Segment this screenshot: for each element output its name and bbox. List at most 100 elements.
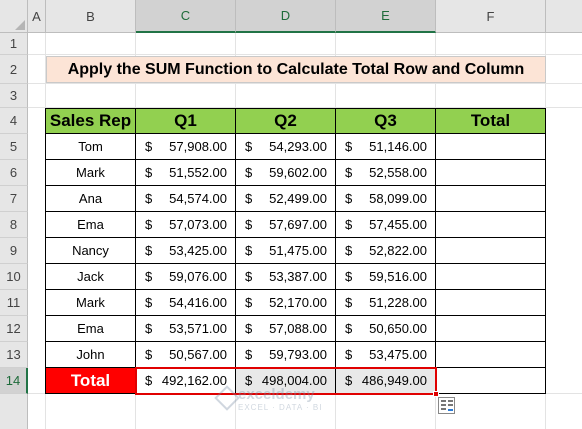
- sales-rep-cell[interactable]: John: [46, 342, 136, 368]
- currency-symbol: $: [245, 243, 253, 258]
- row-header-14[interactable]: 14: [0, 368, 28, 394]
- q3-cell[interactable]: $51,228.00: [336, 290, 436, 316]
- currency-symbol: $: [345, 295, 353, 310]
- q3-cell[interactable]: $52,822.00: [336, 238, 436, 264]
- sales-rep-cell[interactable]: Jack: [46, 264, 136, 290]
- row-total-cell[interactable]: [436, 264, 546, 290]
- currency-symbol: $: [145, 269, 153, 284]
- header-q3[interactable]: Q3: [336, 109, 436, 134]
- q2-value: 52,170.00: [269, 295, 327, 310]
- q1-cell[interactable]: $59,076.00: [136, 264, 236, 290]
- q2-cell[interactable]: $57,697.00: [236, 212, 336, 238]
- q2-value: 51,475.00: [269, 243, 327, 258]
- q1-cell[interactable]: $50,567.00: [136, 342, 236, 368]
- sales-rep-cell[interactable]: Nancy: [46, 238, 136, 264]
- row-header-10[interactable]: 10: [0, 264, 28, 290]
- q2-value: 53,387.00: [269, 269, 327, 284]
- row-total-cell[interactable]: [436, 186, 546, 212]
- sales-rep-cell[interactable]: Ana: [46, 186, 136, 212]
- column-header-g[interactable]: [546, 0, 582, 33]
- column-header-f[interactable]: F: [436, 0, 546, 33]
- q2-cell[interactable]: $59,602.00: [236, 160, 336, 186]
- row-header-12[interactable]: 12: [0, 316, 28, 342]
- row-total-cell[interactable]: [436, 316, 546, 342]
- header-q1[interactable]: Q1: [136, 109, 236, 134]
- row-header-8[interactable]: 8: [0, 212, 28, 238]
- row-header-1[interactable]: 1: [0, 33, 28, 55]
- column-header-c[interactable]: C: [136, 0, 236, 33]
- q2-cell[interactable]: $59,793.00: [236, 342, 336, 368]
- row-header-9[interactable]: 9: [0, 238, 28, 264]
- total-label[interactable]: Total: [46, 368, 136, 394]
- q1-cell[interactable]: $53,571.00: [136, 316, 236, 342]
- q1-cell[interactable]: $57,908.00: [136, 134, 236, 160]
- q3-cell[interactable]: $57,455.00: [336, 212, 436, 238]
- q3-cell[interactable]: $52,558.00: [336, 160, 436, 186]
- row-total-cell[interactable]: [436, 290, 546, 316]
- column-header-a[interactable]: A: [28, 0, 46, 33]
- q1-cell[interactable]: $54,574.00: [136, 186, 236, 212]
- currency-symbol: $: [145, 295, 153, 310]
- column-header-e[interactable]: E: [336, 0, 436, 33]
- row-header-7[interactable]: 7: [0, 186, 28, 212]
- row-header-2[interactable]: 2: [0, 55, 28, 84]
- q1-cell[interactable]: $53,425.00: [136, 238, 236, 264]
- row-header-15[interactable]: [0, 394, 28, 429]
- currency-symbol: $: [245, 321, 253, 336]
- q2-cell[interactable]: $52,499.00: [236, 186, 336, 212]
- column-header-b[interactable]: B: [46, 0, 136, 33]
- row-header-3[interactable]: 3: [0, 84, 28, 108]
- sales-rep-cell[interactable]: Ema: [46, 316, 136, 342]
- row-total-cell[interactable]: [436, 134, 546, 160]
- q3-cell[interactable]: $58,099.00: [336, 186, 436, 212]
- q2-cell[interactable]: $57,088.00: [236, 316, 336, 342]
- row-total-cell[interactable]: [436, 238, 546, 264]
- currency-symbol: $: [245, 165, 253, 180]
- sales-rep-cell[interactable]: Mark: [46, 160, 136, 186]
- q2-cell[interactable]: $53,387.00: [236, 264, 336, 290]
- currency-symbol: $: [345, 139, 353, 154]
- q3-cell[interactable]: $53,475.00: [336, 342, 436, 368]
- q1-value: 53,571.00: [169, 321, 227, 336]
- q1-cell[interactable]: $54,416.00: [136, 290, 236, 316]
- q1-cell[interactable]: $57,073.00: [136, 212, 236, 238]
- currency-symbol: $: [145, 321, 153, 336]
- q1-cell[interactable]: $51,552.00: [136, 160, 236, 186]
- sales-rep-cell[interactable]: Mark: [46, 290, 136, 316]
- quick-analysis-icon[interactable]: [438, 397, 455, 414]
- currency-symbol: $: [245, 217, 253, 232]
- total-total-cell[interactable]: [436, 368, 546, 394]
- q3-cell[interactable]: $50,650.00: [336, 316, 436, 342]
- q3-cell[interactable]: $59,516.00: [336, 264, 436, 290]
- row-header-5[interactable]: 5: [0, 134, 28, 160]
- q2-cell[interactable]: $54,293.00: [236, 134, 336, 160]
- gridline: [28, 83, 582, 84]
- q1-value: 53,425.00: [169, 243, 227, 258]
- header-total[interactable]: Total: [436, 109, 546, 134]
- header-sales-rep[interactable]: Sales Rep: [46, 109, 136, 134]
- column-header-d[interactable]: D: [236, 0, 336, 33]
- row-total-cell[interactable]: [436, 160, 546, 186]
- sales-rep-cell[interactable]: Tom: [46, 134, 136, 160]
- currency-symbol: $: [245, 269, 253, 284]
- currency-symbol: $: [345, 243, 353, 258]
- q2-cell[interactable]: $51,475.00: [236, 238, 336, 264]
- currency-symbol: $: [145, 347, 153, 362]
- row-total-cell[interactable]: [436, 212, 546, 238]
- q2-cell[interactable]: $52,170.00: [236, 290, 336, 316]
- q3-value: 51,228.00: [369, 295, 427, 310]
- q1-value: 54,574.00: [169, 191, 227, 206]
- row-header-4[interactable]: 4: [0, 108, 28, 134]
- select-all-corner[interactable]: [0, 0, 28, 33]
- row-header-6[interactable]: 6: [0, 160, 28, 186]
- row-total-cell[interactable]: [436, 342, 546, 368]
- q1-value: 59,076.00: [169, 269, 227, 284]
- row-header-13[interactable]: 13: [0, 342, 28, 368]
- q3-cell[interactable]: $51,146.00: [336, 134, 436, 160]
- sales-rep-cell[interactable]: Ema: [46, 212, 136, 238]
- sheet-title[interactable]: Apply the SUM Function to Calculate Tota…: [46, 56, 546, 83]
- header-q2[interactable]: Q2: [236, 109, 336, 134]
- row-header-11[interactable]: 11: [0, 290, 28, 316]
- q2-value: 54,293.00: [269, 139, 327, 154]
- q1-value: 51,552.00: [169, 165, 227, 180]
